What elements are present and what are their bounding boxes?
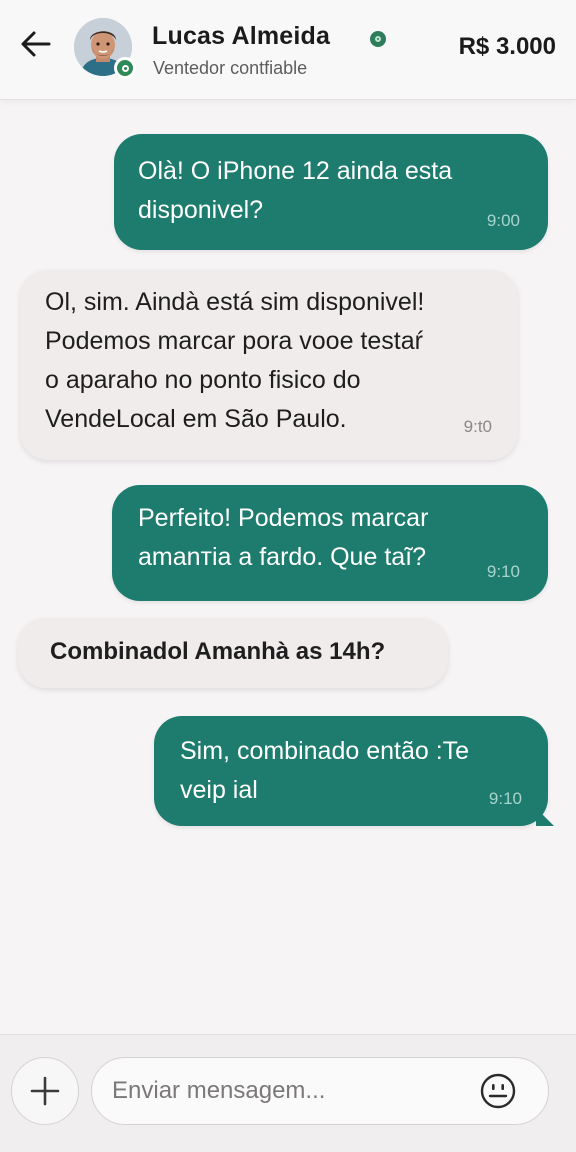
seller-name[interactable]: Lucas Almeida [152,22,330,51]
add-attachment-button[interactable] [11,1057,79,1125]
message-bubble-received: Ol, sim. Aindà está sim disponivel! Pode… [20,270,518,460]
message-text: Combinadol Amanhà as 14h? [50,638,386,665]
verified-badge-icon [370,31,386,47]
back-button[interactable] [16,24,56,64]
listing-price: R$ 3.000 [458,33,556,60]
chat-header: Lucas Almeida Ventedor contfiable R$ 3.0… [0,0,576,100]
emoji-icon [480,1073,516,1109]
online-status-icon [114,57,136,79]
message-bubble-sent: Olà! O iPhone 12 ainda esta disponivel? … [114,134,548,250]
message-text: Perfeito! Podemos marcar amanтia a fardo… [138,504,429,571]
message-text: Sim, combinado então :Te veip ial [180,737,470,804]
message-bubble-received: Combinadol Amanhà as 14h? [18,618,448,688]
message-bubble-sent: Sim, combinado então :Te veip ial 9:10 [154,716,548,826]
arrow-left-icon [21,31,51,57]
bubble-tail [536,808,554,826]
message-text: Ol, sim. Aindà está sim disponivel! Pode… [45,288,425,433]
seller-avatar-wrap[interactable] [74,18,136,79]
seller-status: Ventedor contfiable [153,58,308,78]
message-time: 9:00 [486,211,520,230]
message-input[interactable] [112,1058,472,1123]
message-time: 9:t0 [463,417,492,436]
message-text: Olà! O iPhone 12 ainda esta disponivel? [138,157,453,224]
message-input-wrap[interactable] [91,1057,549,1125]
plus-icon [30,1076,60,1106]
message-bubble-sent: Perfeito! Podemos marcar amanтia a fardo… [112,485,548,601]
message-composer [0,1034,576,1152]
message-time: 9:10 [488,789,522,808]
message-time: 9:10 [486,562,520,581]
emoji-button[interactable] [478,1071,518,1111]
